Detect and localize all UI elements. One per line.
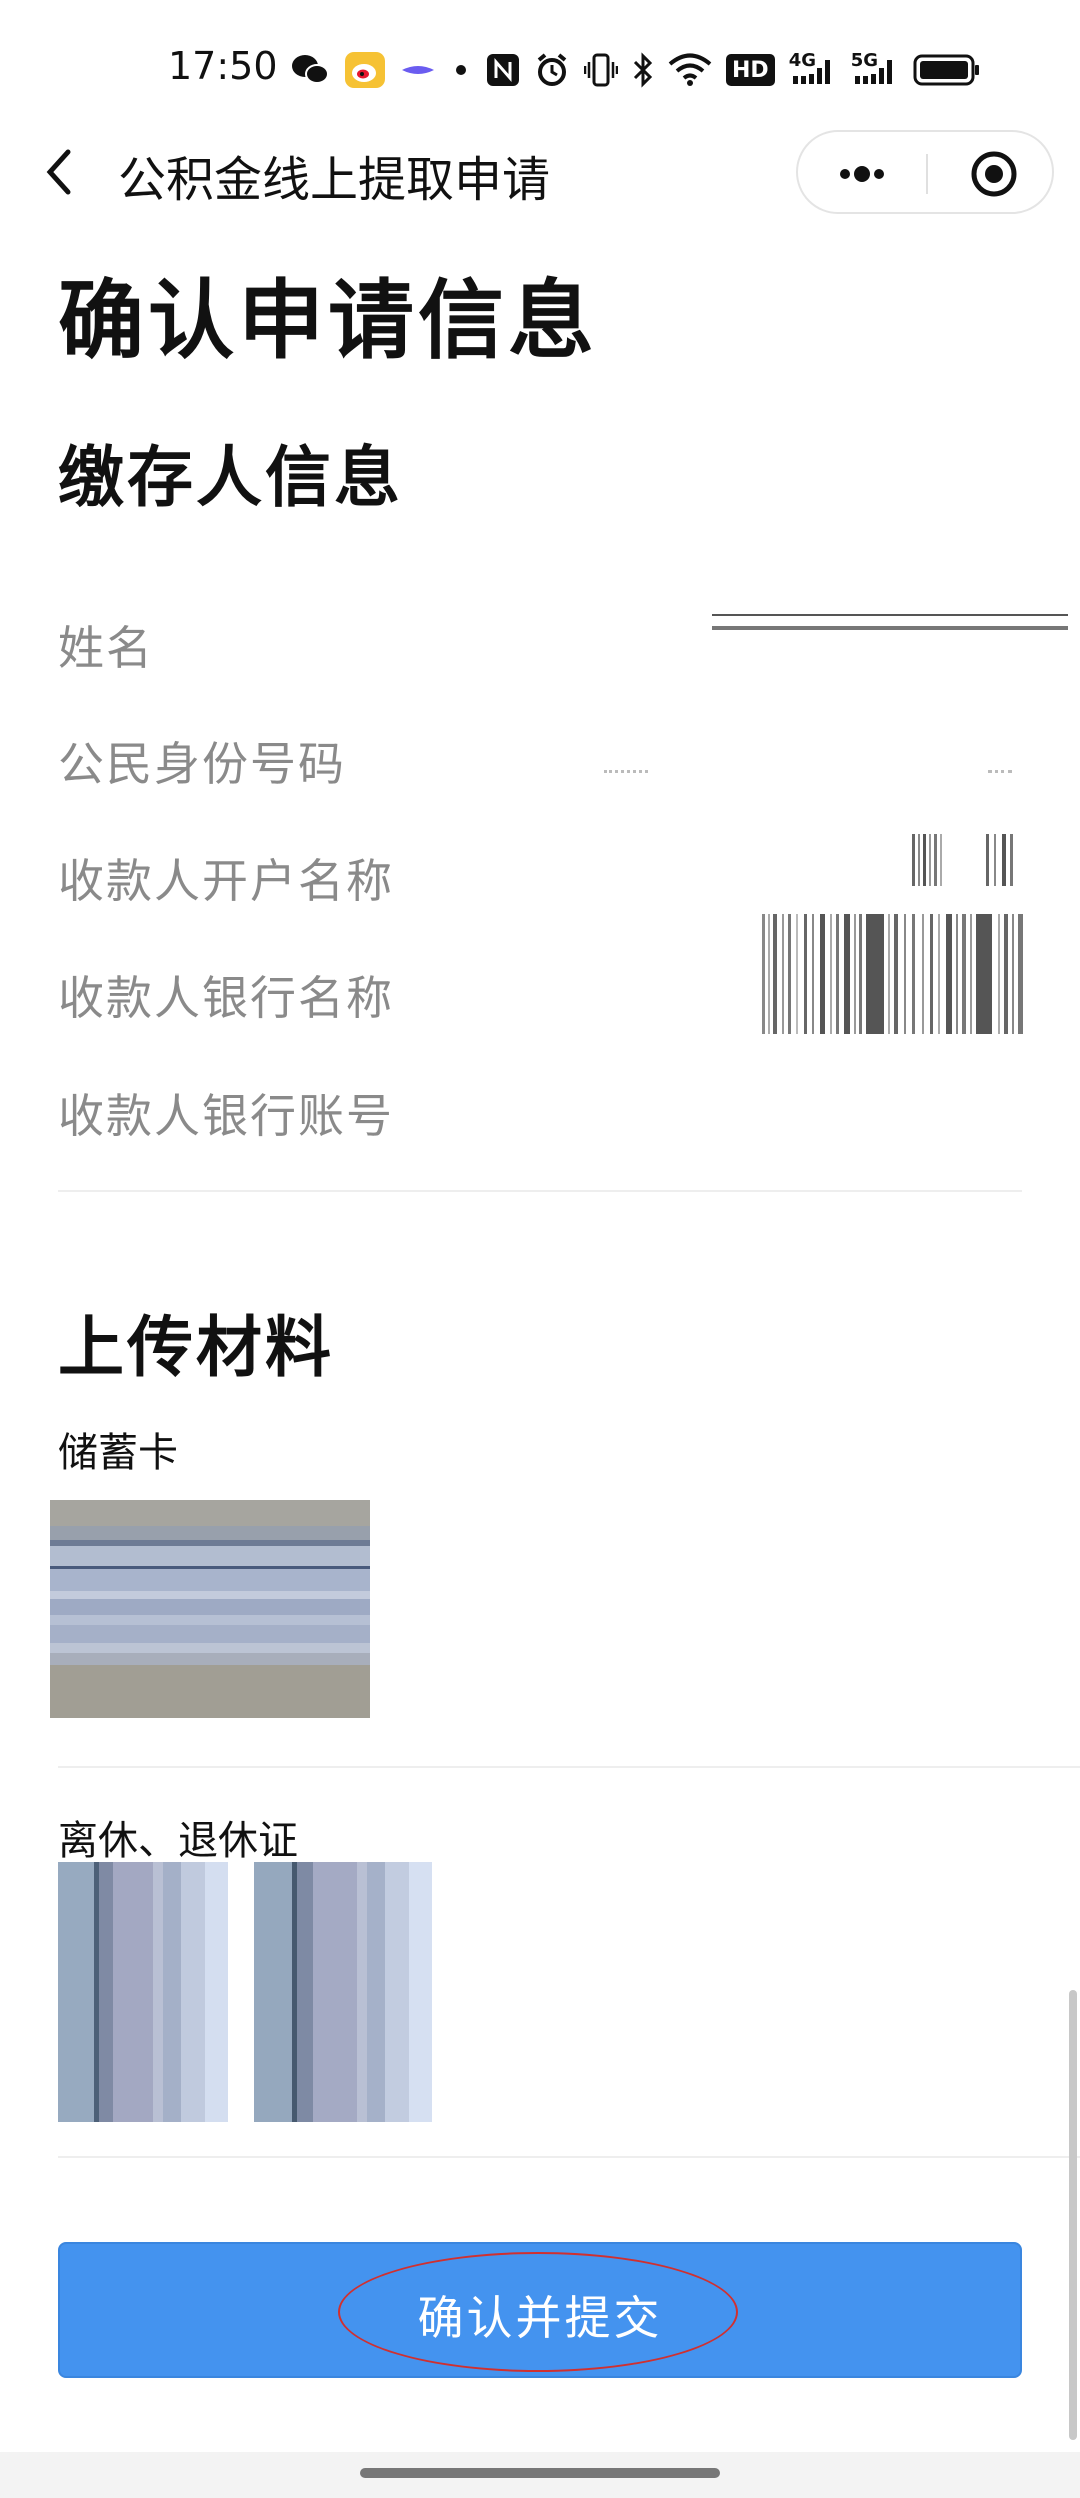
retire-cert-thumbnail-1[interactable] bbox=[58, 1862, 228, 2122]
account-name-value-redacted bbox=[910, 834, 1022, 886]
capsule-divider bbox=[926, 154, 928, 194]
info-label-name: 姓名 bbox=[58, 621, 154, 675]
wechat-icon bbox=[290, 50, 330, 90]
signal-4g-icon: 4G bbox=[789, 50, 837, 90]
home-indicator[interactable] bbox=[360, 2468, 720, 2478]
signal-5g-icon: 5G bbox=[851, 50, 899, 90]
debit-card-label: 储蓄卡 bbox=[58, 1430, 178, 1476]
capsule-close-button[interactable] bbox=[948, 144, 1040, 204]
mini-program-capsule bbox=[796, 130, 1054, 214]
info-label-bank-account: 收款人银行账号 bbox=[58, 1089, 394, 1143]
name-value-redacted bbox=[712, 612, 1068, 642]
debit-card-thumbnail[interactable] bbox=[50, 1500, 370, 1718]
app-icon bbox=[400, 50, 436, 90]
section-divider bbox=[58, 1190, 1022, 1192]
info-label-bank-name: 收款人银行名称 bbox=[58, 971, 394, 1025]
info-label-id-number: 公民身份号码 bbox=[58, 737, 346, 791]
wifi-icon bbox=[668, 50, 712, 90]
vibrate-icon bbox=[584, 50, 618, 90]
uploads-section-title: 上传材料 bbox=[58, 1309, 334, 1386]
nav-title: 公积金线上提取申请 bbox=[118, 152, 551, 208]
depositor-section-title: 缴存人信息 bbox=[58, 439, 403, 516]
info-label-account-name: 收款人开户名称 bbox=[58, 854, 394, 908]
hd-label: HD bbox=[732, 57, 769, 83]
upload-divider-2 bbox=[58, 2156, 1080, 2158]
dot-icon bbox=[450, 50, 472, 90]
annotation-circle bbox=[338, 2252, 738, 2372]
page-title: 确认申请信息 bbox=[58, 271, 598, 371]
chevron-left-icon bbox=[46, 149, 71, 195]
status-icons: HD 4G 5G bbox=[290, 48, 981, 92]
retire-cert-thumbnail-2[interactable] bbox=[254, 1862, 432, 2122]
weibo-icon bbox=[344, 50, 386, 90]
bank-name-value-redacted bbox=[762, 914, 1030, 1034]
bluetooth-icon bbox=[632, 50, 654, 90]
submit-button[interactable]: 确认并提交 bbox=[58, 2242, 1022, 2378]
more-dots-icon bbox=[840, 166, 884, 182]
nfc-icon bbox=[486, 50, 520, 90]
capsule-record-icon bbox=[971, 151, 1017, 197]
id-number-value-redacted bbox=[600, 770, 1020, 776]
hd-icon: HD bbox=[726, 54, 775, 86]
alarm-icon bbox=[534, 50, 570, 90]
status-time: 17:50 bbox=[168, 44, 278, 88]
upload-divider-1 bbox=[58, 1766, 1080, 1768]
more-button[interactable] bbox=[812, 144, 912, 204]
back-button[interactable] bbox=[40, 142, 80, 202]
battery-icon bbox=[913, 50, 981, 90]
scrollbar[interactable] bbox=[1069, 1990, 1077, 2440]
retire-cert-label: 离休、退休证 bbox=[58, 1818, 298, 1864]
